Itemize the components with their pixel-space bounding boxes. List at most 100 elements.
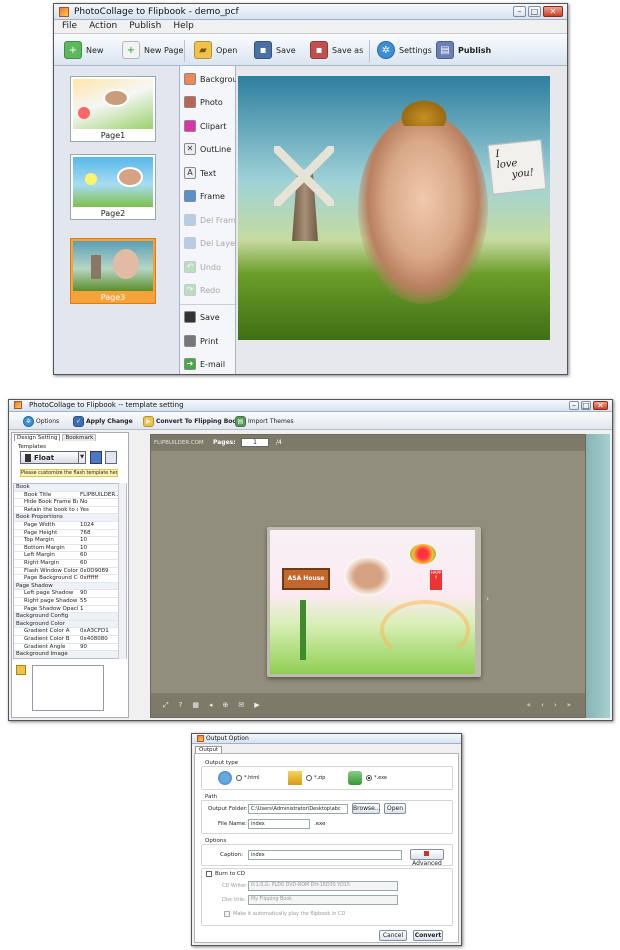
property-group-row[interactable]: Page Shadow bbox=[14, 582, 126, 591]
help-icon[interactable]: ? bbox=[179, 701, 183, 709]
property-row[interactable]: Right page Shadow 55 bbox=[14, 598, 126, 606]
first-page-icon[interactable]: « bbox=[527, 701, 531, 709]
property-row[interactable]: Left Margin 60 bbox=[14, 552, 126, 560]
autoplay-icon[interactable]: ▶ bbox=[254, 701, 259, 709]
property-group-row[interactable]: Background Config bbox=[14, 613, 126, 621]
tool-del-layer[interactable]: Del Layer bbox=[184, 233, 238, 253]
menu-action[interactable]: Action bbox=[89, 20, 117, 33]
property-group-row[interactable]: Background Color bbox=[14, 620, 126, 629]
radio-html[interactable] bbox=[236, 775, 242, 781]
property-row[interactable]: Page Background Color0xffffff bbox=[14, 575, 126, 583]
minimize-button[interactable]: – bbox=[513, 6, 526, 17]
property-scrollbar[interactable] bbox=[118, 483, 126, 659]
tab-design-setting[interactable]: Design Setting bbox=[14, 434, 61, 441]
tool-frame[interactable]: Frame bbox=[184, 186, 225, 206]
tool-text[interactable]: A Text bbox=[184, 163, 216, 183]
browse-button[interactable]: Browse... bbox=[352, 803, 381, 814]
file-name-input[interactable]: index bbox=[248, 819, 310, 829]
next-page-arrow-icon[interactable]: › bbox=[486, 595, 489, 603]
sound-icon[interactable]: ◂ bbox=[209, 701, 213, 709]
cd-writer-select[interactable]: 0:1:0,G: PLDS DVD-ROM DH-16D3S YD15 bbox=[248, 881, 398, 891]
page-thumb-3[interactable]: Page3 bbox=[70, 238, 156, 304]
disc-title-input[interactable]: My Flipping Book bbox=[248, 895, 398, 905]
next-page-icon[interactable]: › bbox=[554, 701, 557, 709]
property-row[interactable]: Gradient Angle 90 bbox=[14, 644, 126, 652]
property-grid[interactable]: Book Book Title FLIPBUILDER... Hide Book Fr… bbox=[13, 483, 127, 659]
property-row[interactable]: Page Shadow Opacity 1 bbox=[14, 606, 126, 614]
template-select[interactable]: Float bbox=[20, 451, 84, 464]
cancel-button[interactable]: Cancel bbox=[379, 930, 407, 941]
fullscreen-icon[interactable]: ⤢ bbox=[163, 701, 169, 710]
property-row[interactable]: Retain the book to centerYes bbox=[14, 507, 126, 515]
property-row[interactable]: Gradient Color B 0x408080 bbox=[14, 636, 126, 644]
close-button[interactable]: ✕ bbox=[543, 6, 563, 17]
close-button[interactable]: ✕ bbox=[593, 401, 608, 410]
email-icon[interactable]: ✉ bbox=[238, 701, 244, 709]
tool-undo[interactable]: ↶ Undo bbox=[184, 257, 221, 277]
maximize-button[interactable]: □ bbox=[528, 6, 541, 17]
tool-email[interactable]: ➔ E-mail bbox=[184, 354, 225, 374]
publish-button[interactable]: ▤ Publish bbox=[436, 38, 491, 62]
property-group-row[interactable]: Background Image bbox=[14, 651, 126, 658]
tool-redo[interactable]: ↷ Redo bbox=[184, 280, 220, 300]
output-folder-input[interactable]: C:\Users\Administrator\Desktop\abc bbox=[248, 804, 348, 814]
tool-del-frame[interactable]: Del Frame bbox=[184, 210, 241, 230]
settings-button[interactable]: ✲ Settings bbox=[377, 38, 432, 62]
minimize-button[interactable]: – bbox=[569, 401, 579, 410]
property-row[interactable]: Gradient Color A 0xA3CFD1 bbox=[14, 628, 126, 636]
prev-page-icon[interactable]: ‹ bbox=[541, 701, 544, 709]
tab-output[interactable]: Output bbox=[195, 746, 223, 753]
save-button[interactable]: ▪ Save bbox=[254, 38, 296, 62]
page-thumb-2[interactable]: Page2 bbox=[70, 154, 156, 220]
radio-zip[interactable] bbox=[306, 775, 312, 781]
page-thumb-1[interactable]: Page1 bbox=[70, 76, 156, 142]
caption-input[interactable]: index bbox=[248, 850, 402, 860]
menu-publish[interactable]: Publish bbox=[129, 20, 161, 33]
options-button[interactable]: ✲ Options bbox=[23, 414, 59, 428]
save-template-icon[interactable] bbox=[90, 451, 102, 464]
new-button[interactable]: + New bbox=[64, 38, 103, 62]
property-group-row[interactable]: Book bbox=[14, 484, 126, 492]
burn-cd-checkbox[interactable] bbox=[206, 871, 212, 877]
open-button[interactable]: ▰ Open bbox=[194, 38, 237, 62]
property-row[interactable]: Flash Window Color 0x0D9089 bbox=[14, 568, 126, 576]
property-row[interactable]: Hide Book Frame Bar No bbox=[14, 499, 126, 507]
property-group-row[interactable]: Book Proportions bbox=[14, 514, 126, 522]
description-icon bbox=[16, 665, 26, 675]
page-number-input[interactable]: 1 bbox=[241, 438, 269, 447]
import-themes-button[interactable]: ▤ Import Themes bbox=[235, 414, 294, 428]
save-as-button[interactable]: ▪ Save as bbox=[310, 38, 363, 62]
property-row[interactable]: Page Height 768 bbox=[14, 530, 126, 538]
open-folder-button[interactable]: Open bbox=[384, 803, 406, 814]
property-row[interactable]: Left page Shadow 90 bbox=[14, 590, 126, 598]
property-row[interactable]: Book Title FLIPBUILDER... bbox=[14, 492, 126, 500]
flipbook-page[interactable]: ASA House HAPPY › bbox=[267, 527, 489, 677]
menu-file[interactable]: File bbox=[62, 20, 77, 33]
tool-photo[interactable]: Photo bbox=[184, 92, 223, 112]
tool-outline[interactable]: ✕ OutLine bbox=[184, 139, 231, 159]
zoom-icon[interactable]: ⊕ bbox=[222, 701, 228, 709]
radio-exe[interactable] bbox=[366, 775, 372, 781]
thumbnails-icon[interactable]: ▦ bbox=[192, 701, 199, 709]
tool-print[interactable]: Print bbox=[184, 331, 218, 351]
convert-flipping-book-button[interactable]: ▶ Convert To Flipping Book bbox=[143, 414, 241, 428]
property-row[interactable]: Bottom Margin 10 bbox=[14, 545, 126, 553]
last-page-icon[interactable]: » bbox=[567, 701, 571, 709]
property-row[interactable]: Top Margin 10 bbox=[14, 537, 126, 545]
maximize-button[interactable]: □ bbox=[581, 401, 591, 410]
menu-help[interactable]: Help bbox=[173, 20, 194, 33]
tool-save[interactable]: Save bbox=[184, 307, 220, 327]
template-settings-icon[interactable] bbox=[105, 451, 117, 464]
editing-canvas[interactable]: I love you! bbox=[236, 66, 567, 374]
property-row[interactable]: Right Margin 60 bbox=[14, 560, 126, 568]
property-row[interactable]: Page Width 1024 bbox=[14, 522, 126, 530]
flipbook-preview[interactable]: FLIPBUILDER.COM Pages: 1 /4 ASA House HA… bbox=[150, 434, 586, 718]
tool-clipart[interactable]: Clipart bbox=[184, 116, 226, 136]
tab-bookmark[interactable]: Bookmark bbox=[62, 434, 97, 441]
advanced-button[interactable]: Advanced bbox=[410, 849, 444, 867]
template-dropdown-icon[interactable]: ▼ bbox=[78, 451, 86, 464]
apply-change-button[interactable]: ✓ Apply Change bbox=[73, 414, 133, 428]
autoplay-checkbox[interactable] bbox=[224, 911, 230, 917]
convert-button[interactable]: Convert bbox=[413, 930, 443, 941]
new-page-button[interactable]: + New Page bbox=[122, 38, 183, 62]
